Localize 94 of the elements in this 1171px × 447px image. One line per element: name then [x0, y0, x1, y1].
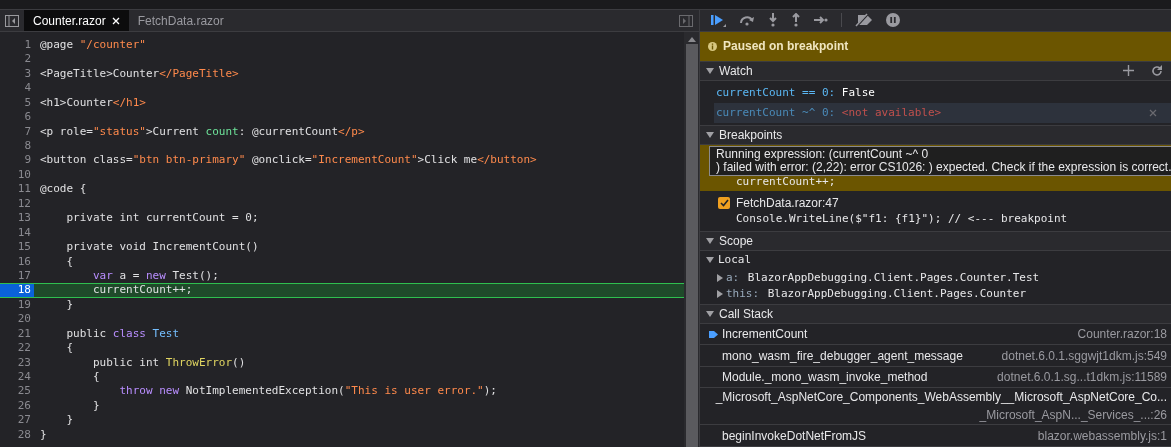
- scrollbar[interactable]: [684, 32, 699, 447]
- step-into-icon[interactable]: [768, 13, 778, 28]
- scope-group[interactable]: Local: [700, 250, 1171, 270]
- code-line: {: [91, 369, 100, 386]
- line-number[interactable]: 15: [0, 240, 34, 255]
- deactivate-breakpoints-icon[interactable]: [855, 13, 873, 28]
- paused-banner: Paused on breakpoint: [700, 31, 1171, 61]
- line-number[interactable]: 21: [0, 326, 34, 342]
- pause-icon[interactable]: [886, 13, 900, 28]
- step-over-icon[interactable]: [739, 14, 755, 27]
- expanded-triangle-icon[interactable]: [706, 236, 714, 245]
- code-line: public int ThrowError(): [91, 354, 246, 371]
- code-line: currentCount++;: [91, 282, 193, 299]
- sidebar-toggle-icon[interactable]: [679, 14, 693, 27]
- code-line: private int currentCount = 0;: [65, 210, 259, 227]
- section-header[interactable]: Call Stack: [700, 303, 1171, 324]
- collapsed-triangle-icon[interactable]: [716, 289, 724, 298]
- collapsed-triangle-icon[interactable]: [716, 273, 724, 282]
- expanded-triangle-icon[interactable]: [706, 256, 714, 265]
- section-title: Watch: [719, 62, 753, 80]
- watch-expression[interactable]: currentCount ~^ 0: <not available>: [714, 102, 1171, 123]
- line-number[interactable]: 23: [0, 355, 34, 371]
- line-number[interactable]: 20: [0, 312, 34, 327]
- line-number[interactable]: 7: [0, 124, 34, 140]
- file-tab[interactable]: Counter.razor: [24, 10, 129, 31]
- code-line: private void IncrementCount(): [65, 239, 259, 256]
- code-line: {: [65, 253, 74, 270]
- line-number[interactable]: 5: [0, 95, 34, 111]
- info-icon: [708, 41, 717, 51]
- line-number[interactable]: 27: [0, 413, 34, 428]
- section-header[interactable]: Breakpoints: [700, 124, 1171, 145]
- code-line: }: [91, 397, 100, 414]
- line-number[interactable]: 25: [0, 384, 34, 399]
- resume-icon[interactable]: [710, 13, 726, 28]
- expanded-triangle-icon[interactable]: [706, 130, 714, 139]
- line-number[interactable]: 11: [0, 182, 34, 197]
- code-line: <PageTitle>Counter</PageTitle>: [39, 65, 239, 82]
- line-number[interactable]: 1: [0, 38, 34, 53]
- code-line: {: [65, 340, 74, 357]
- call-stack-frame[interactable]: beginInvokeDotNetFromJS blazor.webassembly.js:1: [700, 425, 1171, 447]
- breakpoint-code: currentCount++;: [735, 174, 837, 191]
- line-number[interactable]: 2: [0, 52, 34, 67]
- code-line: <button class="btn btn-primary" @onclick="IncrementCount">Click me</button>: [39, 152, 537, 169]
- sidebar-toggle-icon[interactable]: [5, 14, 19, 27]
- section-header[interactable]: Scope: [700, 230, 1171, 251]
- expanded-triangle-icon[interactable]: [706, 309, 714, 318]
- line-number[interactable]: 26: [0, 398, 34, 414]
- line-number[interactable]: 18: [0, 284, 34, 297]
- code-line: throw new NotImplementedException("This is user error.");: [118, 383, 497, 400]
- breakpoint-code: Console.WriteLine($"f1: {f1}"); // <--- breakpoint: [735, 211, 1069, 228]
- line-number[interactable]: 4: [0, 81, 34, 96]
- line-number[interactable]: 10: [0, 167, 34, 183]
- section-header[interactable]: Watch: [700, 60, 1171, 81]
- line-number[interactable]: 12: [0, 196, 34, 212]
- code-line: public class Test: [65, 325, 180, 342]
- line-number[interactable]: 22: [0, 341, 34, 356]
- code-line: var a = new Test();: [91, 267, 219, 284]
- code-line: @page "/counter": [39, 36, 146, 53]
- section-title: Call Stack: [719, 305, 774, 323]
- call-stack-frame[interactable]: mono_wasm_fire_debugger_agent_message dotnet.6.0.1.sggwjt1dkm.js:549: [700, 345, 1171, 367]
- section-title: Breakpoints: [719, 126, 783, 144]
- line-number[interactable]: 24: [0, 370, 34, 385]
- code-line: }: [65, 412, 74, 429]
- line-number[interactable]: 13: [0, 211, 34, 226]
- file-tab[interactable]: FetchData.razor: [128, 10, 233, 31]
- line-number[interactable]: 6: [0, 110, 34, 125]
- scroll-up-icon[interactable]: [687, 36, 696, 42]
- code-line: @code {: [39, 181, 87, 198]
- step-icon[interactable]: [814, 15, 828, 26]
- step-out-icon[interactable]: [791, 13, 801, 28]
- line-number[interactable]: 9: [0, 153, 34, 168]
- line-number[interactable]: 14: [0, 225, 34, 241]
- code-line: }: [65, 296, 74, 313]
- line-number[interactable]: 17: [0, 269, 34, 284]
- checkbox[interactable]: [718, 196, 730, 209]
- code-line: <h1>Counter</h1>: [39, 94, 146, 111]
- line-number[interactable]: 8: [0, 139, 34, 154]
- line-number[interactable]: 16: [0, 254, 34, 269]
- line-number[interactable]: 19: [0, 297, 34, 313]
- line-number[interactable]: 28: [0, 427, 34, 443]
- section-title: Scope: [719, 232, 754, 250]
- call-stack-frame[interactable]: Module._mono_wasm_invoke_method dotnet.6.0.1.sg...t1dkm.js:11589: [700, 366, 1171, 389]
- line-number[interactable]: 3: [0, 66, 34, 82]
- code-line: <p role="status">Current count: @currentCount</p>: [39, 123, 365, 140]
- error-tooltip: Running expression: (currentCount ~^ 0 ) failed with error: (2,22): error CS1026: ) expected. Check if the expression is correct.: [709, 146, 1171, 176]
- expanded-triangle-icon[interactable]: [706, 66, 714, 75]
- refresh-icon[interactable]: [1151, 64, 1163, 77]
- scope-variable[interactable]: this: BlazorAppDebugging.Client.Pages.Counter: [700, 285, 1171, 302]
- add-icon[interactable]: [1123, 65, 1134, 77]
- watch-expression[interactable]: currentCount == 0: False: [714, 82, 1171, 103]
- breakpoint-location: FetchData.razor:47: [736, 194, 839, 212]
- call-stack-frame[interactable]: IncrementCount Counter.razor:18: [700, 323, 1171, 346]
- code-line: }: [39, 426, 47, 443]
- scope-variable[interactable]: a: BlazorAppDebugging.Client.Pages.Counter.Test: [700, 269, 1171, 286]
